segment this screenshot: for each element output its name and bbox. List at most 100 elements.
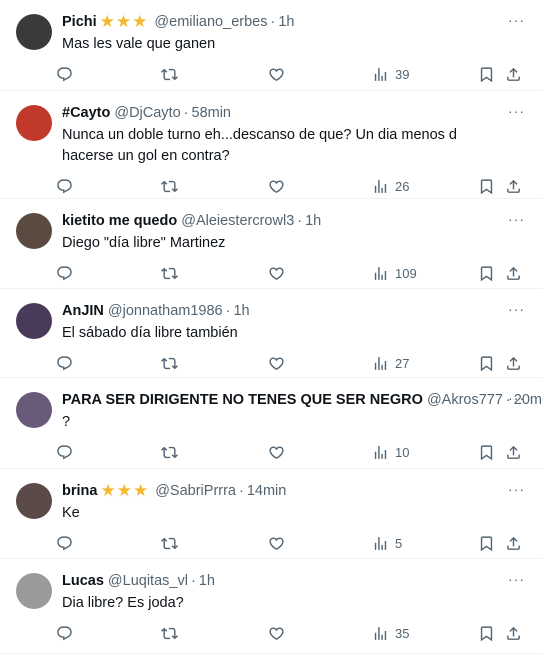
avatar[interactable] — [16, 483, 52, 519]
handle[interactable]: @jonnatham1986 — [108, 301, 223, 321]
more-options-button[interactable]: ··· — [508, 481, 525, 497]
reply-button[interactable] — [56, 66, 73, 83]
bookmark-button[interactable] — [478, 625, 495, 642]
tweet[interactable]: #Cayto @DjCayto · 58min Nunca un doble t… — [0, 91, 543, 199]
handle[interactable]: @DjCayto — [114, 103, 180, 123]
tweet-text: ? — [62, 414, 71, 430]
handle[interactable]: @Aleiestercrowl3 — [181, 211, 294, 231]
share-button[interactable] — [505, 66, 522, 83]
heart-icon — [269, 626, 284, 640]
handle[interactable]: @Akros777 — [427, 390, 503, 410]
views-button[interactable]: 27 — [372, 355, 409, 372]
like-button[interactable] — [268, 66, 285, 83]
display-name[interactable]: Lucas — [62, 571, 104, 591]
more-options-button[interactable]: ··· — [508, 571, 525, 587]
bookmark-button[interactable] — [478, 355, 495, 372]
bookmark-button[interactable] — [478, 444, 495, 461]
tweet-content: #Cayto @DjCayto · 58min Nunca un doble t… — [57, 103, 527, 198]
tweet[interactable]: PARA SER DIRIGENTE NO TENES QUE SER NEGR… — [0, 378, 543, 469]
timestamp[interactable]: 1h — [305, 211, 321, 231]
reply-button[interactable] — [56, 535, 73, 552]
retweet-button[interactable] — [161, 444, 178, 461]
views-button[interactable]: 109 — [372, 265, 417, 282]
retweet-button[interactable] — [161, 66, 178, 83]
retweet-button[interactable] — [161, 625, 178, 642]
retweet-button[interactable] — [161, 535, 178, 552]
like-button[interactable] — [268, 355, 285, 372]
like-button[interactable] — [268, 444, 285, 461]
reply-button[interactable] — [56, 178, 73, 195]
tweet-actions: 10 — [56, 433, 527, 471]
display-name[interactable]: Pichi — [62, 12, 97, 32]
bookmark-icon — [480, 535, 493, 551]
handle[interactable]: @SabriPrrra — [155, 481, 236, 501]
like-button[interactable] — [268, 178, 285, 195]
like-button[interactable] — [268, 265, 285, 282]
tweet[interactable]: Lucas @Luqitas_vl · 1h Dia libre? Es jod… — [0, 559, 543, 654]
reply-button[interactable] — [56, 265, 73, 282]
retweet-button[interactable] — [161, 265, 178, 282]
timestamp[interactable]: 1h — [278, 12, 294, 32]
avatar[interactable] — [16, 303, 52, 339]
timestamp[interactable]: 58min — [192, 103, 232, 123]
reply-button[interactable] — [56, 625, 73, 642]
share-button[interactable] — [505, 625, 522, 642]
more-options-button[interactable]: ··· — [508, 103, 525, 119]
reply-icon — [57, 625, 72, 640]
reply-button[interactable] — [56, 355, 73, 372]
share-button[interactable] — [505, 355, 522, 372]
share-icon — [507, 356, 520, 370]
retweet-button[interactable] — [161, 178, 178, 195]
bookmark-icon — [480, 178, 493, 194]
views-button[interactable]: 26 — [372, 178, 409, 195]
tweet-header: brina ★ ★ ★ @SabriPrrra · 14min — [62, 481, 527, 501]
bookmark-button[interactable] — [478, 265, 495, 282]
tweet[interactable]: Pichi ★ ★ ★ @emiliano_erbes · 1h Mas les v… — [0, 0, 543, 91]
analytics-icon — [374, 626, 387, 640]
timestamp[interactable]: 1h — [233, 301, 249, 321]
timestamp[interactable]: 1h — [199, 571, 215, 591]
share-button[interactable] — [505, 265, 522, 282]
bookmark-icon — [480, 444, 493, 460]
views-button[interactable]: 35 — [372, 625, 409, 642]
reply-button[interactable] — [56, 444, 73, 461]
avatar[interactable] — [16, 392, 52, 428]
retweet-button[interactable] — [161, 355, 178, 372]
bookmark-button[interactable] — [478, 66, 495, 83]
timestamp[interactable]: 14min — [247, 481, 287, 501]
avatar[interactable] — [16, 105, 52, 141]
avatar[interactable] — [16, 573, 52, 609]
avatar[interactable] — [16, 14, 52, 50]
more-options-button[interactable]: ··· — [508, 390, 525, 406]
bookmark-button[interactable] — [478, 178, 495, 195]
avatar[interactable] — [16, 213, 52, 249]
like-button[interactable] — [268, 535, 285, 552]
share-button[interactable] — [505, 444, 522, 461]
handle[interactable]: @emiliano_erbes — [154, 12, 267, 32]
tweet[interactable]: AnJIN @jonnatham1986 · 1h El sábado día … — [0, 289, 543, 378]
display-name[interactable]: PARA SER DIRIGENTE NO TENES QUE SER NEGR… — [62, 390, 423, 410]
star-icon: ★ — [132, 481, 149, 500]
view-count: 27 — [395, 355, 410, 371]
more-options-button[interactable]: ··· — [508, 12, 525, 28]
views-button[interactable]: 10 — [372, 444, 409, 461]
share-button[interactable] — [505, 535, 522, 552]
bookmark-button[interactable] — [478, 535, 495, 552]
analytics-icon — [374, 67, 387, 81]
like-button[interactable] — [268, 625, 285, 642]
view-count: 35 — [395, 625, 410, 641]
display-name[interactable]: kietito me quedo — [62, 211, 177, 231]
more-options-button[interactable]: ··· — [508, 301, 525, 317]
more-options-button[interactable]: ··· — [508, 211, 525, 227]
display-name[interactable]: brina — [62, 481, 97, 501]
share-button[interactable] — [505, 178, 522, 195]
views-button[interactable]: 5 — [372, 535, 402, 552]
separator: · — [183, 105, 189, 121]
tweet[interactable]: brina ★ ★ ★ @SabriPrrra · 14min Ke 5 ··· — [0, 469, 543, 559]
handle[interactable]: @Luqitas_vl — [108, 571, 188, 591]
tweet[interactable]: kietito me quedo @Aleiestercrowl3 · 1h D… — [0, 199, 543, 289]
display-name[interactable]: AnJIN — [62, 301, 104, 321]
display-name[interactable]: #Cayto — [62, 103, 110, 123]
views-button[interactable]: 39 — [372, 66, 409, 83]
separator: · — [297, 213, 303, 229]
